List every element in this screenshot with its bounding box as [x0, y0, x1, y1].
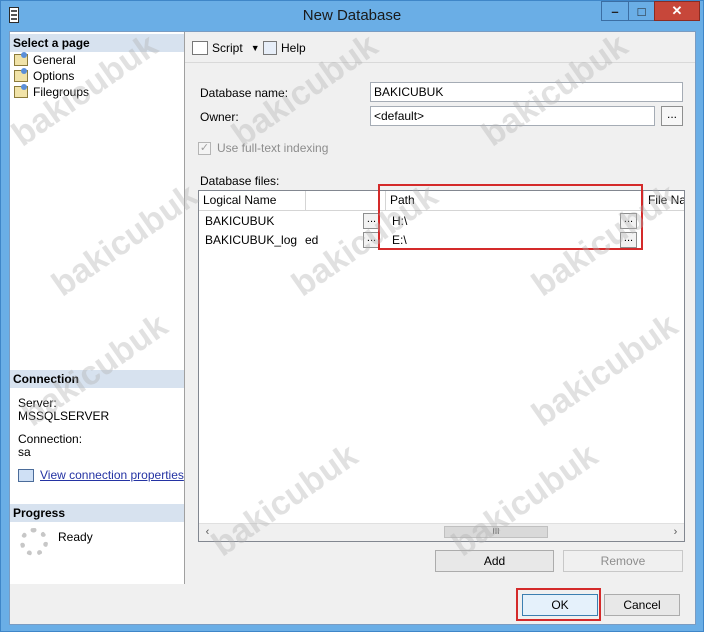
logical-name-cell[interactable]: BAKICUBUK: [199, 211, 306, 231]
page-icon: [14, 83, 28, 98]
fulltext-checkbox[interactable]: ✓: [198, 142, 211, 155]
toolbar: Script ▼ Help: [185, 32, 695, 63]
column-header-path[interactable]: Path: [386, 191, 644, 211]
page-item-filegroups[interactable]: Filegroups: [14, 83, 90, 99]
script-button[interactable]: Script ▼: [192, 41, 260, 55]
path-browse-button[interactable]: ...: [620, 232, 637, 248]
browse-button[interactable]: ...: [363, 232, 380, 248]
progress-header: Progress: [10, 504, 184, 522]
server-label: Server:: [18, 396, 57, 410]
maximize-button[interactable]: □: [628, 1, 654, 21]
left-pane: Select a page General Options Filegroups…: [10, 32, 185, 584]
column-header-partial[interactable]: [306, 191, 386, 211]
progress-status: Ready: [58, 530, 93, 544]
help-icon: [263, 41, 277, 55]
browse-button[interactable]: ...: [363, 213, 380, 229]
owner-label: Owner:: [200, 110, 239, 124]
remove-button[interactable]: Remove: [563, 550, 683, 572]
column-header-logical-name[interactable]: Logical Name: [199, 191, 306, 211]
new-database-window: New Database – □ ✕ Select a page General…: [0, 0, 704, 632]
connection-value: sa: [18, 445, 31, 459]
database-files-grid[interactable]: Logical Name Path File Nam BAKICUBUK ...…: [198, 190, 685, 542]
page-item-label: General: [33, 52, 76, 67]
dialog-body: Select a page General Options Filegroups…: [9, 31, 696, 625]
connection-properties-icon: [18, 469, 34, 482]
column-header-file-name[interactable]: File Nam: [644, 191, 684, 211]
ok-button[interactable]: OK: [522, 594, 598, 616]
database-name-input[interactable]: BAKICUBUK: [370, 82, 683, 102]
server-value: MSSQLSERVER: [18, 409, 110, 423]
page-icon: [14, 51, 28, 66]
cancel-button[interactable]: Cancel: [604, 594, 680, 616]
logical-name-cell[interactable]: BAKICUBUK_log: [199, 230, 306, 250]
chevron-down-icon[interactable]: ▼: [251, 43, 260, 53]
window-title: New Database: [302, 7, 402, 24]
horizontal-scrollbar[interactable]: ‹ III ›: [199, 523, 684, 541]
path-cell[interactable]: H:\: [386, 211, 606, 231]
minimize-icon: –: [611, 3, 619, 19]
help-label: Help: [281, 41, 306, 55]
owner-browse-button[interactable]: ...: [661, 106, 683, 126]
path-browse-button[interactable]: ...: [620, 213, 637, 229]
partial-cell[interactable]: ed: [299, 230, 359, 250]
close-button[interactable]: ✕: [654, 1, 700, 21]
scroll-right-icon[interactable]: ›: [667, 524, 684, 541]
scroll-thumb[interactable]: III: [444, 526, 548, 538]
page-item-options[interactable]: Options: [14, 67, 75, 83]
owner-input[interactable]: <default>: [370, 106, 655, 126]
script-icon: [192, 41, 208, 55]
script-label: Script: [212, 41, 243, 55]
connection-header: Connection: [10, 370, 184, 388]
help-button[interactable]: Help: [263, 41, 306, 55]
database-name-label: Database name:: [200, 86, 289, 100]
add-button[interactable]: Add: [435, 550, 554, 572]
progress-spinner-icon: [20, 528, 48, 556]
database-files-label: Database files:: [200, 174, 280, 188]
minimize-button[interactable]: –: [601, 1, 628, 21]
path-cell[interactable]: E:\: [386, 230, 606, 250]
connection-label: Connection:: [18, 432, 83, 446]
close-icon: ✕: [671, 3, 683, 18]
title-bar[interactable]: New Database – □ ✕: [1, 1, 703, 31]
select-page-header: Select a page: [10, 34, 184, 52]
maximize-icon: □: [637, 3, 646, 19]
page-item-general[interactable]: General: [14, 51, 76, 67]
page-item-label: Options: [33, 68, 75, 83]
general-page: Script ▼ Help Database name: BAKICUBUK O…: [185, 32, 695, 584]
scroll-left-icon[interactable]: ‹: [199, 524, 216, 541]
page-icon: [14, 67, 28, 82]
fulltext-label: Use full-text indexing: [217, 141, 329, 155]
page-item-label: Filegroups: [33, 84, 90, 99]
view-connection-properties-link[interactable]: View connection properties: [40, 468, 184, 482]
